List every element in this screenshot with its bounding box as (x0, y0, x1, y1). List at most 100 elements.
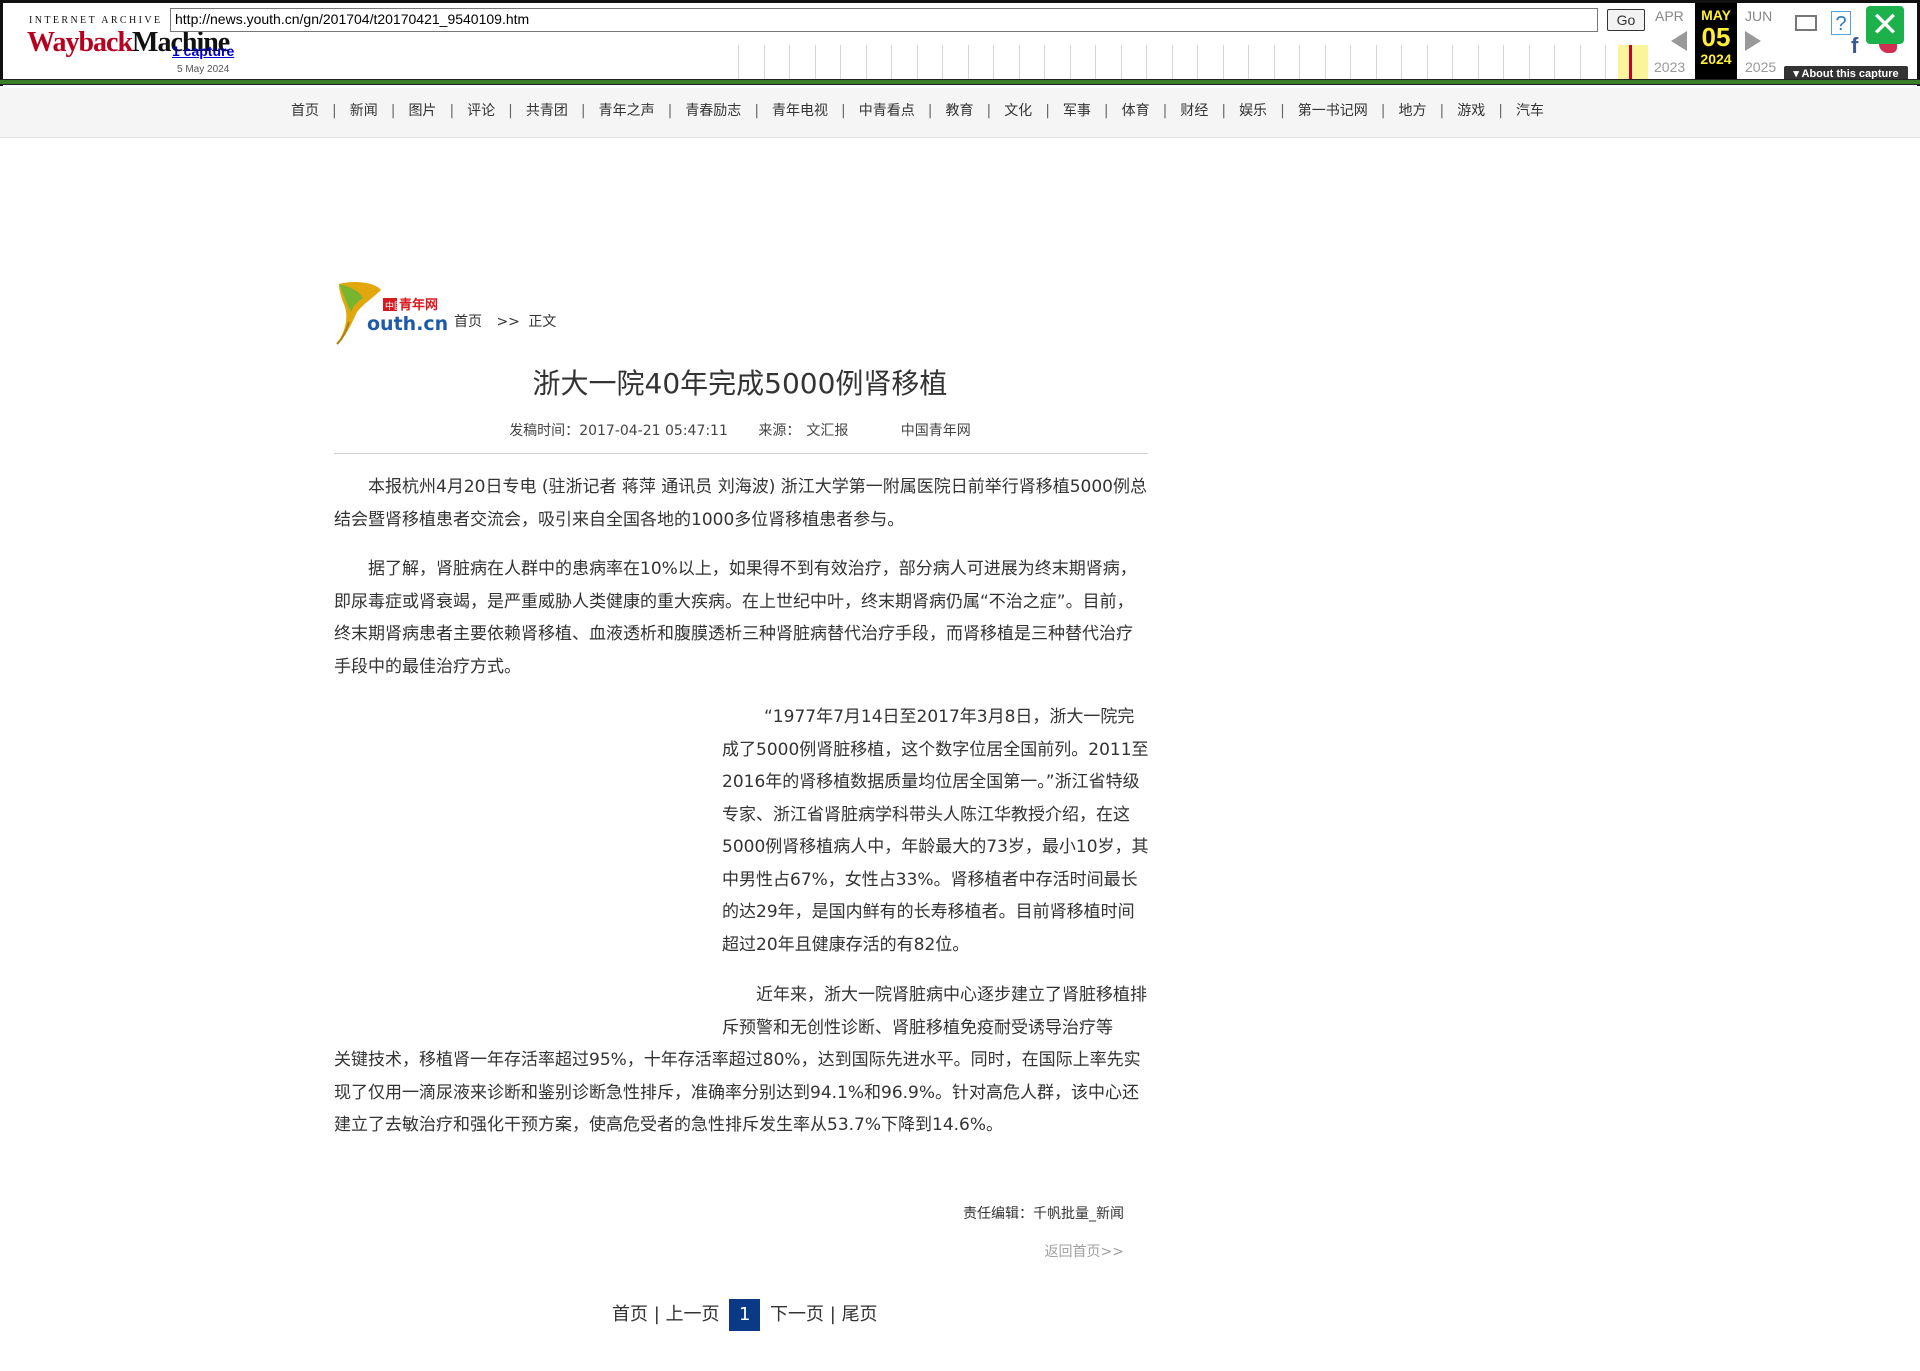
paragraph-text: 本报杭州4月20日专电 (驻浙记者 蒋萍 通讯员 刘海波) 浙江大学第一附属医院… (334, 477, 1147, 530)
sparkline-current-year[interactable] (1618, 45, 1648, 79)
breadcrumb-home-link[interactable]: 首页 (454, 314, 482, 330)
sparkline-year-tick (1554, 45, 1555, 79)
nav-separator: | (1045, 103, 1050, 119)
sparkline-year-tick (993, 45, 994, 79)
facebook-icon[interactable]: f (1851, 33, 1858, 59)
pager-first[interactable]: 首页 (612, 1304, 648, 1325)
sparkline-year-tick (1248, 45, 1249, 79)
sparkline-year-tick (1529, 45, 1530, 79)
logo-en-text: outh.cn (367, 313, 448, 335)
wayback-logo-left: Wayback (27, 27, 133, 58)
nav-separator: | (754, 103, 760, 119)
nav-separator: | (449, 103, 455, 119)
nav-item[interactable]: 新闻 (350, 100, 378, 120)
article-paragraph: 近年来，浙大一院肾脏病中心逐步建立了肾脏移植排斥预警和无创性诊断、肾脏移植免疫耐… (722, 979, 1150, 1044)
close-toolbar-button[interactable]: ✕ (1866, 6, 1904, 44)
logo-cn-part2: 青年网 (399, 297, 438, 313)
article-paragraph: “1977年7月14日至2017年3月8日，浙大一院完成了5000例肾脏移植，这… (722, 701, 1150, 961)
nav-item[interactable]: 娱乐 (1239, 100, 1267, 120)
title-divider (334, 453, 1148, 454)
paragraph-text: 近年来，浙大一院肾脏病中心逐步建立了肾脏移植排斥预警和无创性诊断、肾脏移植免疫耐… (722, 985, 1147, 1038)
sparkline-year-tick (1605, 45, 1606, 79)
nav-item[interactable]: 青春励志 (685, 100, 741, 120)
wayback-toolbar: INTERNET ARCHIVE WaybackMachine http://n… (0, 0, 1920, 86)
responsible-editor: 责任编辑：千帆批量_新闻 (963, 1206, 1124, 1222)
wayback-go-button[interactable]: Go (1607, 9, 1645, 31)
nav-separator: | (1380, 103, 1386, 119)
pager-sep: | (653, 1304, 660, 1325)
back-home-link[interactable]: 返回首页>> (334, 1241, 1124, 1261)
wayback-url-input[interactable]: http://news.youth.cn/gn/201704/t20170421… (170, 8, 1598, 32)
sparkline-year-tick (840, 45, 841, 79)
nav-item[interactable]: 财经 (1180, 100, 1208, 120)
sparkline-year-tick (1427, 45, 1428, 79)
nav-separator: | (667, 103, 673, 119)
article-paragraph: 据了解，肾脏病在人群中的患病率在10%以上，如果得不到有效治疗，部分病人可进展为… (334, 553, 1148, 683)
capture-date: 5 May 2024 (177, 64, 230, 75)
nav-item[interactable]: 汽车 (1516, 100, 1544, 120)
sparkline-year-tick (1452, 45, 1453, 79)
nav-separator: | (390, 103, 396, 119)
sparkline-year-tick (1172, 45, 1173, 79)
sparkline-capture-mark[interactable] (1629, 45, 1632, 79)
sparkline-year-tick (1197, 45, 1198, 79)
sparkline-year-tick (1019, 45, 1020, 79)
nav-item[interactable]: 军事 (1063, 100, 1091, 120)
breadcrumb-current: 正文 (528, 314, 557, 330)
pager-sep: | (829, 1304, 836, 1325)
sparkline-year-tick (1478, 45, 1479, 79)
site-nav-bar: 首页 | 新闻 | 图片 | 评论 | 共青团 | 青年之声 | 青春励志 | 青年电视 | 中青看点 | 教育 | 文… (0, 88, 1920, 138)
nav-separator: | (927, 103, 933, 119)
wayback-logo[interactable]: INTERNET ARCHIVE WaybackMachine (27, 13, 230, 65)
nav-item[interactable]: 评论 (467, 100, 495, 120)
nav-item[interactable]: 教育 (945, 100, 973, 120)
nav-separator: | (1280, 103, 1285, 119)
capture-sparkline[interactable] (738, 45, 1648, 79)
sparkline-year-tick (968, 45, 969, 79)
nav-item[interactable]: 首页 (291, 100, 319, 120)
sparkline-year-tick (764, 45, 765, 79)
breadcrumb: 首页 >> 正文 (454, 311, 556, 331)
next-month-label[interactable]: JUN (1745, 8, 1772, 24)
nav-item[interactable]: 第一书记网 (1298, 100, 1368, 120)
nav-separator: | (580, 103, 586, 119)
prev-capture-arrow-icon[interactable] (1671, 31, 1687, 51)
nav-item[interactable]: 中青看点 (859, 100, 915, 120)
nav-item[interactable]: 青年电视 (772, 100, 828, 120)
source-name: 文汇报 (806, 423, 849, 439)
nav-item[interactable]: 游戏 (1457, 100, 1485, 120)
sparkline-year-tick (1376, 45, 1377, 79)
current-month: MAY (1701, 7, 1731, 23)
prev-year-label[interactable]: 2023 (1654, 59, 1685, 75)
pager-last[interactable]: 尾页 (842, 1304, 878, 1325)
sparkline-year-tick (1223, 45, 1224, 79)
toolbar-accent-line (0, 80, 1920, 84)
nav-item[interactable]: 文化 (1004, 100, 1032, 120)
sparkline-year-tick (866, 45, 867, 79)
article-paragraph: 本报杭州4月20日专电 (驻浙记者 蒋萍 通讯员 刘海波) 浙江大学第一附属医院… (334, 471, 1148, 536)
nav-separator: | (332, 103, 337, 119)
pager-next[interactable]: 下一页 (770, 1304, 824, 1325)
nav-separator: | (986, 103, 992, 119)
nav-item[interactable]: 青年之声 (599, 100, 655, 120)
nav-item[interactable]: 地方 (1399, 100, 1427, 120)
next-capture-arrow-icon[interactable] (1745, 31, 1761, 51)
nav-separator: | (841, 103, 846, 119)
nav-item[interactable]: 共青团 (526, 100, 568, 120)
nav-item[interactable]: 图片 (408, 100, 436, 120)
prev-month-label[interactable]: APR (1655, 8, 1684, 24)
screenshot-icon[interactable] (1795, 15, 1817, 31)
sparkline-year-tick (1070, 45, 1071, 79)
help-icon[interactable]: ? (1831, 11, 1851, 35)
site-name: 中国青年网 (900, 423, 971, 439)
pager-prev[interactable]: 上一页 (666, 1304, 720, 1325)
sparkline-year-tick (1146, 45, 1147, 79)
sparkline-year-tick (1274, 45, 1275, 79)
next-year-label[interactable]: 2025 (1745, 59, 1776, 75)
youth-cn-logo[interactable]: 中国 青年网 outh.cn (333, 278, 453, 348)
nav-item[interactable]: 体育 (1122, 100, 1150, 120)
captures-link[interactable]: 1 capture (172, 43, 234, 59)
sparkline-year-tick (942, 45, 943, 79)
site-nav-list: 首页 | 新闻 | 图片 | 评论 | 共青团 | 青年之声 | 青春励志 | 青年电视 | 中青看点 | 教育 | 文… (291, 100, 1544, 120)
current-capture-date: MAY 05 2024 (1695, 3, 1737, 83)
